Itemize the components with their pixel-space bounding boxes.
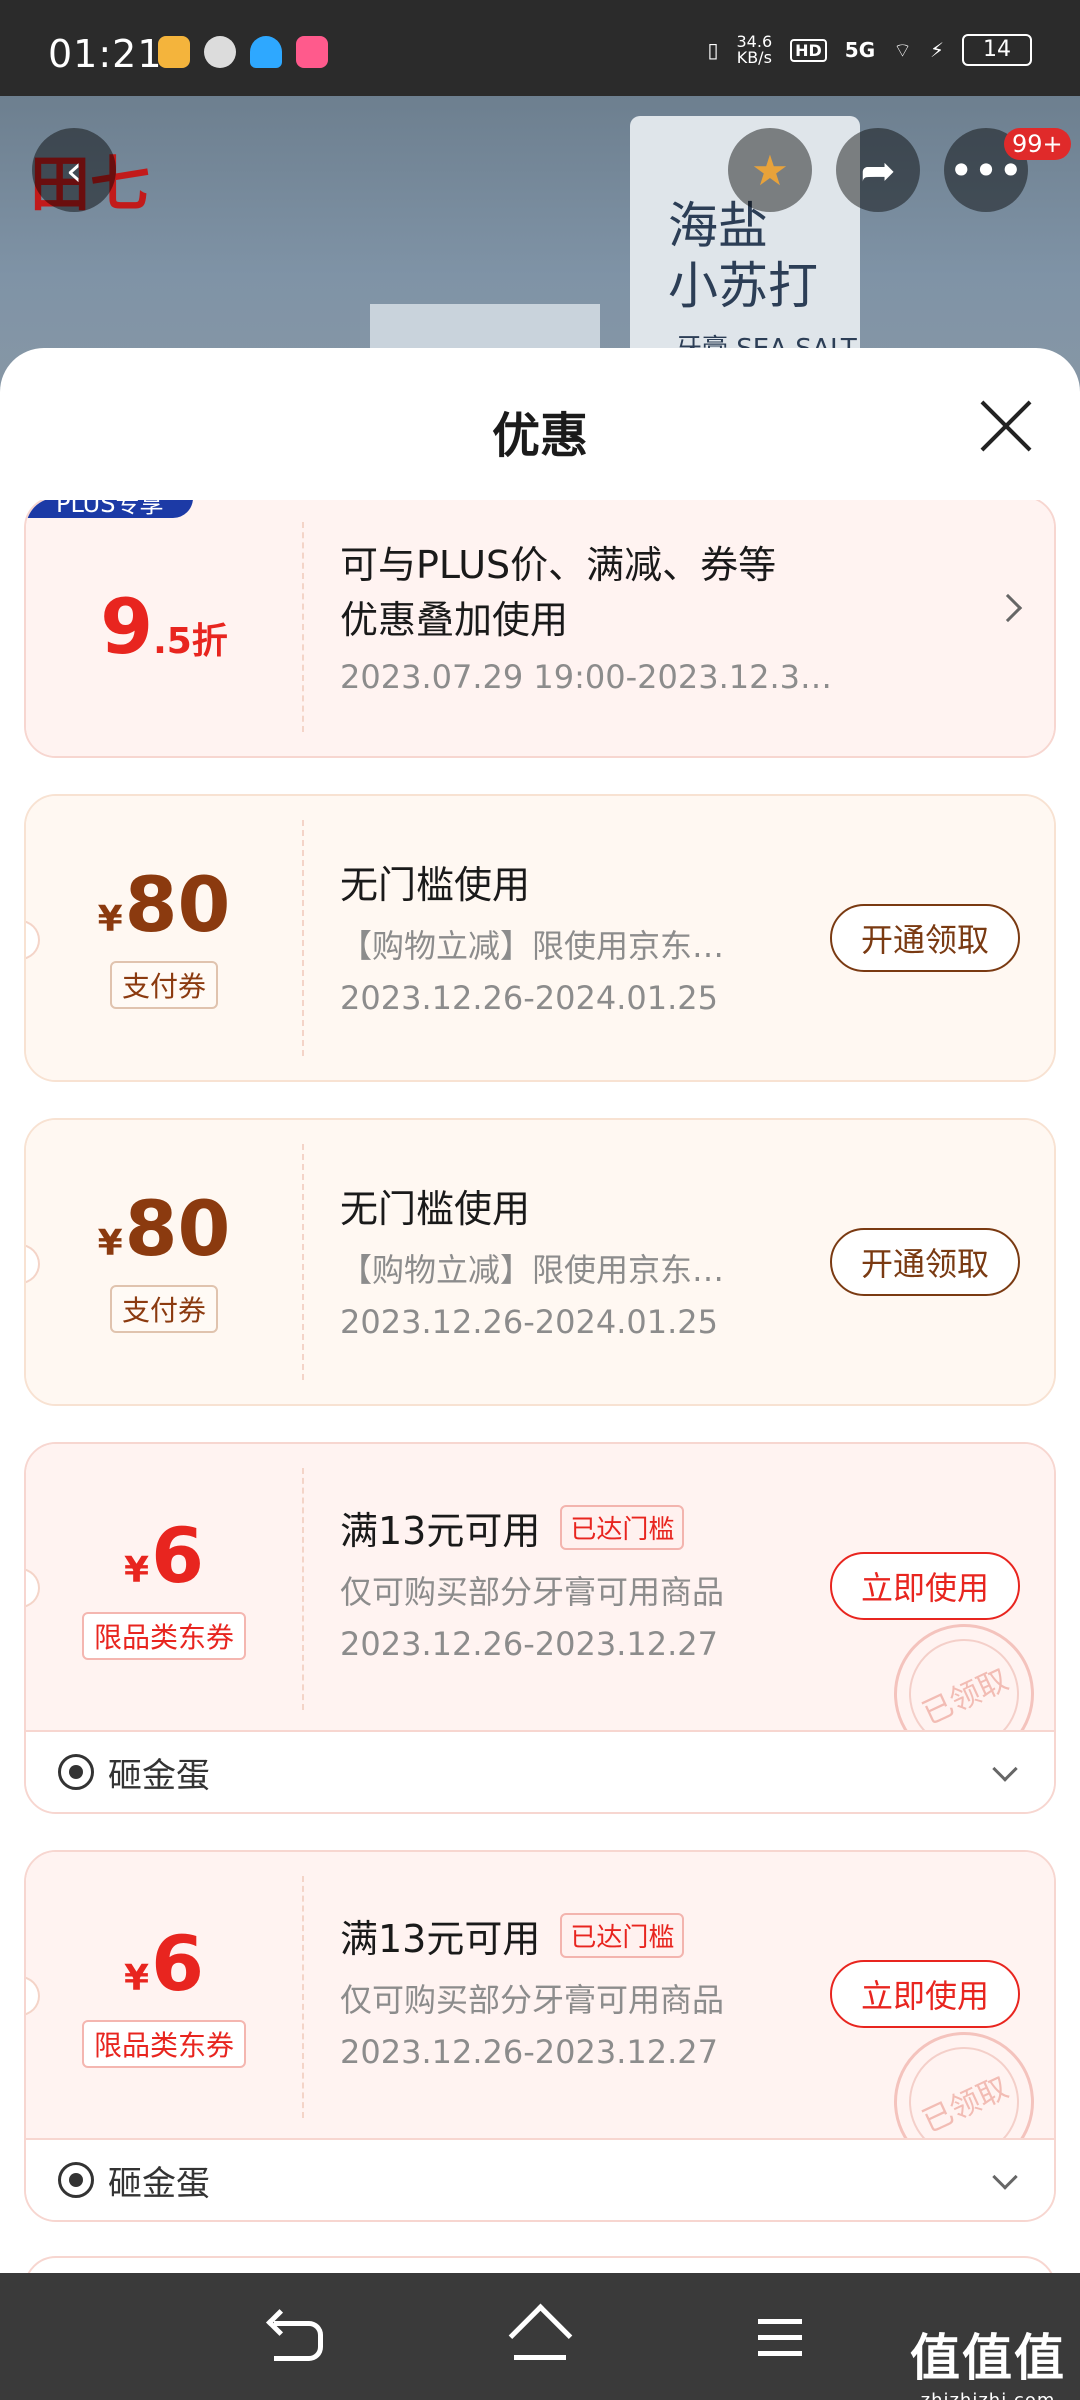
coupon-date: 2023.12.26-2024.01.25: [340, 1303, 718, 1341]
coupon-list[interactable]: PLUS专享 9.5折 可与PLUS价、满减、券等 优惠叠加使用 2023.07…: [0, 500, 1080, 2273]
discount-unit: .5折: [153, 621, 228, 662]
coupon-card-partial: [24, 2256, 1056, 2273]
coupon-desc: 仅可购买部分牙膏可用商品: [340, 1573, 725, 1611]
coupon-value: 6: [151, 1511, 204, 1600]
plus-discount-card[interactable]: PLUS专享 9.5折 可与PLUS价、满减、券等 优惠叠加使用 2023.07…: [24, 500, 1056, 758]
golden-egg-icon: [58, 1754, 94, 1790]
coupon-title: 无门槛使用: [340, 1187, 531, 1231]
net-speed: 34.6 KB/s: [736, 32, 773, 67]
coupon-date: 2023.12.26-2023.12.27: [340, 2033, 718, 2071]
coupon-date: 2023.12.26-2023.12.27: [340, 1625, 718, 1663]
notification-icons: [158, 36, 328, 68]
coupon-type-badge: 支付券: [109, 1285, 218, 1333]
coupon-divider: [302, 820, 304, 1056]
close-button[interactable]: [976, 396, 1036, 456]
status-bar: 01:21 ▯ 34.6 KB/s HD 5G ⌔ ⚡ 14: [0, 0, 1080, 96]
sheet-title: 优惠: [491, 408, 588, 464]
coupon-date: 2023.12.26-2024.01.25: [340, 979, 718, 1017]
vibrate-icon: ▯: [707, 38, 719, 62]
qq-notification-icon: [250, 36, 282, 68]
star-icon: ★: [751, 145, 789, 195]
threshold-reached-badge: 已达门槛: [560, 1913, 685, 1958]
discount-value: 9: [100, 582, 154, 671]
share-button[interactable]: ➦: [836, 128, 920, 212]
app-notification-icon: [296, 36, 328, 68]
category-coupon-card: ¥6 限品类东券 满13元可用 已达门槛 仅可购买部分牙膏可用商品 2023.12…: [24, 1850, 1056, 2222]
golden-egg-icon: [58, 2162, 94, 2198]
coupon-amount: ¥6 限品类东券: [26, 1444, 302, 1734]
coupon-desc: 【购物立减】限使用京东…: [340, 927, 725, 965]
extra-label: 砸金蛋: [108, 2163, 210, 2204]
discount-sheet: 优惠 PLUS专享 9.5折 可与PLUS价、满减、券等 优惠叠加使用 2023…: [0, 348, 1080, 2273]
coupon-value: 80: [124, 860, 231, 949]
coupon-extra-row[interactable]: 砸金蛋: [26, 2138, 1054, 2220]
chevron-right-icon: [993, 593, 1023, 623]
hd-icon: HD: [790, 38, 827, 62]
coupon-divider: [302, 1468, 304, 1710]
coupon-desc: 仅可购买部分牙膏可用商品: [340, 1981, 725, 2019]
wifi-icon: ⌔: [893, 37, 912, 62]
chevron-down-icon: [992, 1756, 1018, 1782]
coupon-title: 满13元可用: [340, 1917, 541, 1961]
signal-icon: 5G: [844, 38, 876, 62]
status-right: ▯ 34.6 KB/s HD 5G ⌔ ⚡ 14: [707, 34, 1032, 66]
back-button[interactable]: ‹: [32, 128, 116, 212]
coupon-divider: [302, 1876, 304, 2118]
app-notification-icon: [204, 36, 236, 68]
coupon-title: 满13元可用: [340, 1509, 541, 1553]
payment-coupon-card: ¥80 支付券 无门槛使用 【购物立减】限使用京东… 2023.12.26-20…: [24, 1118, 1056, 1406]
coupon-extra-row[interactable]: 砸金蛋: [26, 1730, 1054, 1812]
coupon-amount: ¥80 支付券: [26, 1120, 302, 1404]
coupon-amount: ¥80 支付券: [26, 796, 302, 1080]
app-notification-icon: [158, 36, 190, 68]
product-image-text: 海盐 小苏打: [668, 197, 818, 315]
coupon-title: 无门槛使用: [340, 863, 531, 907]
share-icon: ➦: [860, 145, 896, 195]
coupon-title: 可与PLUS价、满减、券等: [340, 543, 777, 587]
threshold-reached-badge: 已达门槛: [560, 1505, 685, 1550]
watermark: 值值值 zhizhizhi.com: [910, 2329, 1066, 2400]
coupon-type-badge: 支付券: [109, 961, 218, 1009]
extra-label: 砸金蛋: [108, 1755, 210, 1796]
category-coupon-card: ¥6 限品类东券 满13元可用 已达门槛 仅可购买部分牙膏可用商品 2023.12…: [24, 1442, 1056, 1814]
coupon-amount: ¥6 限品类东券: [26, 1852, 302, 2142]
favorite-button[interactable]: ★: [728, 128, 812, 212]
battery-icon: 14: [962, 34, 1032, 66]
nav-home-button[interactable]: [504, 2303, 576, 2375]
coupon-type-badge: 限品类东券: [81, 1612, 246, 1660]
charging-icon: ⚡: [929, 38, 944, 62]
coupon-date: 2023.07.29 19:00-2023.12.3…: [340, 658, 833, 696]
coupon-divider: [302, 1144, 304, 1380]
coupon-value: 6: [151, 1919, 204, 2008]
coupon-value: 80: [124, 1184, 231, 1273]
use-now-button[interactable]: 立即使用: [830, 1552, 1020, 1620]
status-time: 01:21: [48, 32, 163, 76]
coupon-title-line2: 优惠叠加使用: [340, 598, 569, 642]
message-count-badge: 99+: [1004, 128, 1071, 160]
activate-claim-button[interactable]: 开通领取: [830, 1228, 1020, 1296]
payment-coupon-card: ¥80 支付券 无门槛使用 【购物立减】限使用京东… 2023.12.26-20…: [24, 794, 1056, 1082]
coupon-desc: 【购物立减】限使用京东…: [340, 1251, 725, 1289]
chevron-left-icon: ‹: [65, 145, 83, 195]
use-now-button[interactable]: 立即使用: [830, 1960, 1020, 2028]
coupon-type-badge: 限品类东券: [81, 2020, 246, 2068]
nav-back-button[interactable]: [264, 2303, 336, 2375]
activate-claim-button[interactable]: 开通领取: [830, 904, 1020, 972]
chevron-down-icon: [992, 2164, 1018, 2190]
coupon-divider: [302, 522, 304, 732]
coupon-amount: 9.5折: [26, 500, 302, 756]
nav-menu-button[interactable]: [744, 2303, 816, 2375]
